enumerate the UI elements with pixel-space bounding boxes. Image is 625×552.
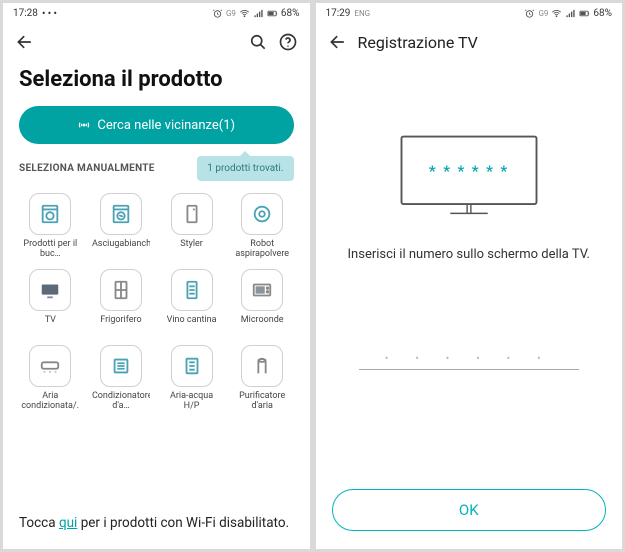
product-grid: Prodotti per il buc… Asciugabiancheria S… <box>3 185 310 421</box>
tv-area: * * * * * * Inserisci il numero sullo sc… <box>316 61 623 489</box>
found-bubble: 1 prodotti trovati. <box>197 156 293 181</box>
ac-icon <box>39 355 61 377</box>
product-dryer[interactable]: Asciugabiancheria <box>90 193 153 261</box>
dryer-icon <box>110 203 132 225</box>
section-label: SELEZIONA MANUALMENTE <box>19 163 155 174</box>
scan-nearby-button[interactable]: Cerca nelle vicinanze(1) <box>19 106 294 144</box>
product-air-purifier[interactable]: Purificatore d'aria <box>231 345 294 413</box>
status-time: 17:29 <box>326 8 351 19</box>
carrier-badge: G9 <box>226 9 236 18</box>
tv-illustration: * * * * * * <box>394 129 544 223</box>
tv-prompt: Inserisci il numero sullo schermo della … <box>328 247 610 262</box>
status-bar: 17:28 ••• G9 68% <box>3 3 310 23</box>
status-time: 17:28 <box>13 8 38 19</box>
product-robot-vacuum[interactable]: Robot aspirapolvere <box>231 193 294 261</box>
scan-label: Cerca nelle vicinanze(1) <box>97 118 235 133</box>
product-microwave[interactable]: Microonde <box>231 269 294 337</box>
product-washer[interactable]: Prodotti per il buc… <box>19 193 82 261</box>
svg-text:* * * * * *: * * * * * * <box>429 162 509 180</box>
tv-icon <box>39 279 61 301</box>
appbar: Registrazione TV <box>316 23 623 61</box>
product-air-water-hp[interactable]: Aria-acqua H/P <box>160 345 223 413</box>
screen-select-product: 17:28 ••• G9 68% Selez <box>3 3 310 549</box>
wine-icon <box>181 279 203 301</box>
battery-icon <box>579 8 590 19</box>
appbar <box>3 23 310 61</box>
product-air-conditioner[interactable]: Aria condizionata/… <box>19 345 82 413</box>
product-wine-cellar[interactable]: Vino cantina <box>160 269 223 337</box>
wifi-icon <box>239 8 250 19</box>
fridge-icon <box>110 279 132 301</box>
purifier-icon <box>251 355 273 377</box>
battery-icon <box>267 8 278 19</box>
ok-button[interactable]: OK <box>332 489 607 531</box>
arrow-left-icon <box>328 32 348 52</box>
carrier-badge: G9 <box>538 9 548 18</box>
search-icon <box>248 32 268 52</box>
appbar-title: Registrazione TV <box>358 33 478 52</box>
ac-unit-icon <box>110 355 132 377</box>
help-circle-icon <box>278 32 298 52</box>
signal-icon <box>565 8 576 19</box>
arrow-left-icon <box>15 32 35 52</box>
alarm-icon <box>212 8 223 19</box>
product-fridge[interactable]: Frigorifero <box>90 269 153 337</box>
washer-icon <box>39 203 61 225</box>
product-tv[interactable]: TV <box>19 269 82 337</box>
status-lang: ENG <box>354 9 370 18</box>
heatpump-icon <box>181 355 203 377</box>
alarm-icon <box>524 8 535 19</box>
help-button[interactable] <box>278 32 298 52</box>
help-link[interactable]: qui <box>59 515 77 531</box>
product-air-conditioner-2[interactable]: Condizionatore d'a… <box>90 345 153 413</box>
styler-icon <box>181 203 203 225</box>
product-styler[interactable]: Styler <box>160 193 223 261</box>
wifi-icon <box>551 8 562 19</box>
robot-vacuum-icon <box>251 203 273 225</box>
back-button[interactable] <box>328 32 348 52</box>
status-bar: 17:29 ENG G9 68% <box>316 3 623 23</box>
battery-pct: 68% <box>281 8 300 19</box>
back-button[interactable] <box>15 32 35 52</box>
footer-help: Tocca qui per i prodotti con Wi-Fi disab… <box>3 497 310 549</box>
page-title: Seleziona il prodotto <box>3 61 310 106</box>
signal-icon <box>253 8 264 19</box>
screen-tv-registration: 17:29 ENG G9 68% Registrazione TV * <box>316 3 623 549</box>
broadcast-icon <box>77 118 91 132</box>
battery-pct: 68% <box>593 8 612 19</box>
search-button[interactable] <box>248 32 268 52</box>
status-dots: ••• <box>42 7 59 20</box>
code-input[interactable]: • • • • • • <box>359 352 579 370</box>
microwave-icon <box>251 279 273 301</box>
